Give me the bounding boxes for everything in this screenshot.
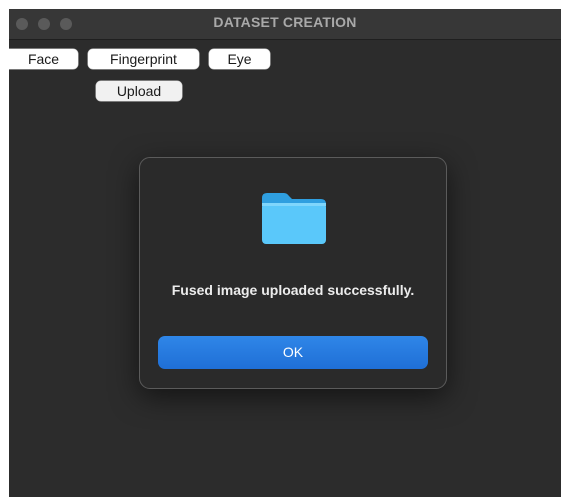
window-title: DATASET CREATION	[213, 14, 357, 30]
eye-button[interactable]: Eye	[209, 49, 270, 69]
fingerprint-button[interactable]: Fingerprint	[88, 49, 199, 69]
face-button[interactable]: Face	[9, 49, 78, 69]
upload-button[interactable]: Upload	[96, 81, 182, 101]
app-window: DATASET CREATION Face Fingerprint Eye Up…	[9, 9, 561, 497]
ok-button[interactable]: OK	[158, 336, 428, 369]
alert-dialog: Fused image uploaded successfully. OK	[139, 157, 447, 389]
folder-icon	[262, 193, 326, 244]
dialog-message: Fused image uploaded successfully.	[171, 282, 415, 298]
title-bar: DATASET CREATION	[9, 9, 561, 40]
